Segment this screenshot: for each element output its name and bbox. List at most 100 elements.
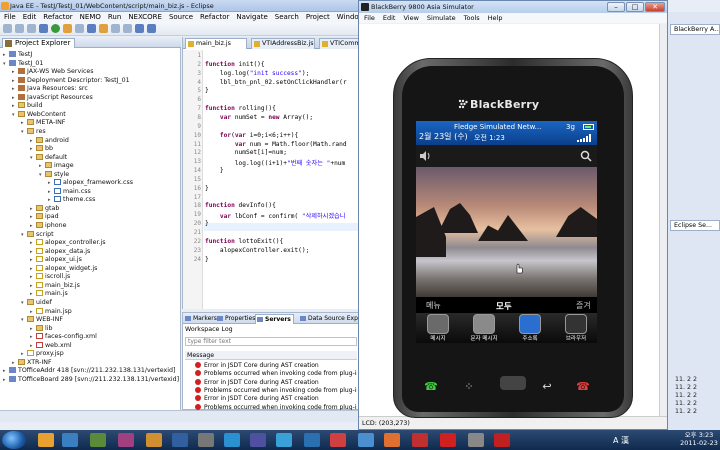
save-icon[interactable] xyxy=(15,24,24,33)
eclipse-title-bar[interactable]: Java EE - TestJ/TestJ_01/WebContent/scri… xyxy=(0,0,360,12)
tree-item[interactable]: ▸ alopex_controller.js xyxy=(30,239,106,247)
menu-item[interactable]: Project xyxy=(306,12,330,22)
tree-item[interactable]: ▸ main.js xyxy=(30,290,68,298)
tab-eclipse-se[interactable]: Eclipse Se... xyxy=(670,220,720,231)
tree-item[interactable]: ▸ Java Resources: src xyxy=(12,85,88,93)
tree-item[interactable]: ▸ JavaScript Resources xyxy=(12,93,93,102)
tree-item[interactable]: ▾ uidef xyxy=(21,298,52,307)
menu-item[interactable]: Refactor xyxy=(200,12,229,22)
tree-item[interactable]: ▸ main_biz.js xyxy=(30,281,80,290)
editor-tab[interactable]: VTIAddressBiz.js xyxy=(251,38,315,49)
tree-item[interactable]: ▸ faces-config.xml xyxy=(30,333,97,341)
tree-item[interactable]: ▸ iphone xyxy=(30,222,66,230)
tree-item[interactable]: ▸ TestJ xyxy=(3,51,32,59)
app13-taskbar-icon[interactable] xyxy=(358,433,374,447)
message-column-header[interactable]: Message xyxy=(185,351,357,360)
app3-taskbar-icon[interactable] xyxy=(90,433,106,447)
code-editor[interactable]: main_biz.jsVTIAddressBiz.jsVTICommon 123… xyxy=(182,37,361,309)
code-line[interactable]: var num = Math.floor(Math.rand xyxy=(205,141,347,148)
search-icon[interactable] xyxy=(99,24,108,33)
app-browser[interactable]: 브라우저 xyxy=(560,313,592,343)
search-icon[interactable] xyxy=(580,150,592,162)
favorites-label[interactable]: 즐겨 xyxy=(576,300,591,311)
menu-item[interactable]: Search xyxy=(275,12,299,22)
code-line[interactable]: function rolling(){ xyxy=(205,105,276,112)
editor-tab[interactable]: main_biz.js xyxy=(185,38,247,49)
tree-item[interactable]: ▸ main.css xyxy=(48,187,91,196)
tab-project-explorer[interactable]: Project Explorer xyxy=(2,38,76,48)
explorer-taskbar-icon[interactable] xyxy=(38,433,54,447)
code-line[interactable]: log.log("init success"); xyxy=(205,70,309,77)
maximize-button[interactable]: □ xyxy=(626,2,644,12)
app-text-message[interactable]: 문자 메시지 xyxy=(468,313,500,343)
minimize-button[interactable]: – xyxy=(607,2,625,12)
simulator-menu-item[interactable]: Tools xyxy=(464,13,480,23)
editor-tab[interactable]: VTICommon xyxy=(319,38,361,49)
bottom-tab[interactable]: Properties xyxy=(216,314,257,324)
simulator-menu-item[interactable]: Simulate xyxy=(427,13,456,23)
bottom-tab[interactable]: Servers xyxy=(255,314,294,324)
simulator-menu-item[interactable]: File xyxy=(364,13,375,23)
open-type-icon[interactable] xyxy=(87,24,96,33)
tree-item[interactable]: ▸ META-INF xyxy=(21,119,65,127)
log-row[interactable]: Problems occurred when invoking code fro… xyxy=(185,386,357,396)
device-screen[interactable]: 2월 23일 (수) Fledge Simulated Netw... 오전 1… xyxy=(416,121,597,343)
code-line[interactable]: log.log((i+1)+"번째 숫자는 "+num xyxy=(205,158,345,167)
eclipse-taskbar-icon[interactable] xyxy=(250,433,266,447)
external-tools-icon[interactable] xyxy=(63,24,72,33)
app6-taskbar-icon[interactable] xyxy=(172,433,188,447)
debug-icon[interactable] xyxy=(39,24,48,33)
tree-item[interactable]: ▸ ipad xyxy=(30,213,59,221)
code-line[interactable]: } xyxy=(205,220,209,227)
tree-item[interactable]: ▸ iscroll.js xyxy=(30,273,70,281)
simulator-menu-item[interactable]: Help xyxy=(488,13,503,23)
menu-label[interactable]: 메뉴 xyxy=(426,300,441,311)
tree-item[interactable]: ▸ alopex_framework.css xyxy=(48,179,133,187)
next-annotation-icon[interactable] xyxy=(111,24,120,33)
forward-icon[interactable] xyxy=(147,24,156,33)
app5-taskbar-icon[interactable] xyxy=(146,433,162,447)
ie-taskbar-icon[interactable] xyxy=(62,433,78,447)
tree-item[interactable]: ▾ script xyxy=(21,230,54,239)
menu-item[interactable]: NEMO xyxy=(80,12,101,22)
tree-item[interactable]: ▸ XTR-INF xyxy=(12,358,52,367)
app-contacts[interactable]: 주소록 xyxy=(514,313,546,343)
new-project-icon[interactable] xyxy=(75,24,84,33)
all-label[interactable]: 모두 xyxy=(496,300,512,312)
app8-taskbar-icon[interactable] xyxy=(224,433,240,447)
app14-taskbar-icon[interactable] xyxy=(384,433,400,447)
start-button[interactable] xyxy=(2,431,26,449)
pdf-taskbar-icon[interactable] xyxy=(440,433,456,447)
menu-item[interactable]: Source xyxy=(169,12,193,22)
log-row[interactable]: Error in JSDT Core during AST creation xyxy=(185,362,357,371)
call-key-icon[interactable]: ☎ xyxy=(420,380,442,393)
end-call-key-icon[interactable]: ☎ xyxy=(572,380,594,393)
app17-taskbar-icon[interactable] xyxy=(468,433,484,447)
tree-item[interactable]: ▾ TestJ_01 xyxy=(3,59,43,68)
code-line[interactable]: } xyxy=(205,256,209,263)
app12-taskbar-icon[interactable] xyxy=(330,433,346,447)
print-icon[interactable] xyxy=(27,24,36,33)
code-line[interactable]: alopexController.exit(); xyxy=(205,247,309,254)
ime-indicator[interactable]: A 漢 xyxy=(613,435,629,446)
prev-annotation-icon[interactable] xyxy=(123,24,132,33)
speaker-icon[interactable] xyxy=(419,151,431,161)
app-message[interactable]: 메시지 xyxy=(422,313,454,343)
tree-item[interactable]: ▸ TOfficeAddr 418 [svn://211.232.138.131/… xyxy=(3,367,175,375)
app4-taskbar-icon[interactable] xyxy=(118,433,134,447)
tree-item[interactable]: ▸ bb xyxy=(30,145,53,153)
tree-item[interactable]: ▸ proxy.jsp xyxy=(21,350,64,358)
tray-clock[interactable]: 오후 3:23 2011-02-23 xyxy=(680,431,718,447)
menu-item[interactable]: NEXCORE xyxy=(128,12,162,22)
simulator-title-bar[interactable]: BlackBerry 9800 Asia Simulator – □ ✕ xyxy=(359,1,667,13)
code-line[interactable]: function lottoExit(){ xyxy=(205,238,283,245)
tree-item[interactable]: ▾ res xyxy=(21,127,46,136)
trackpad[interactable] xyxy=(500,376,526,390)
menu-item[interactable]: Run xyxy=(108,12,121,22)
menu-key-icon[interactable]: ⁘ xyxy=(458,380,480,393)
log-row[interactable]: Error in JSDT Core during AST creation xyxy=(185,395,357,404)
simulator-menu-item[interactable]: View xyxy=(403,13,418,23)
tree-item[interactable]: ▾ WEB-INF xyxy=(21,316,63,324)
code-line[interactable]: var numSet = new Array(); xyxy=(205,114,313,121)
tree-item[interactable]: ▸ theme.css xyxy=(48,196,95,204)
